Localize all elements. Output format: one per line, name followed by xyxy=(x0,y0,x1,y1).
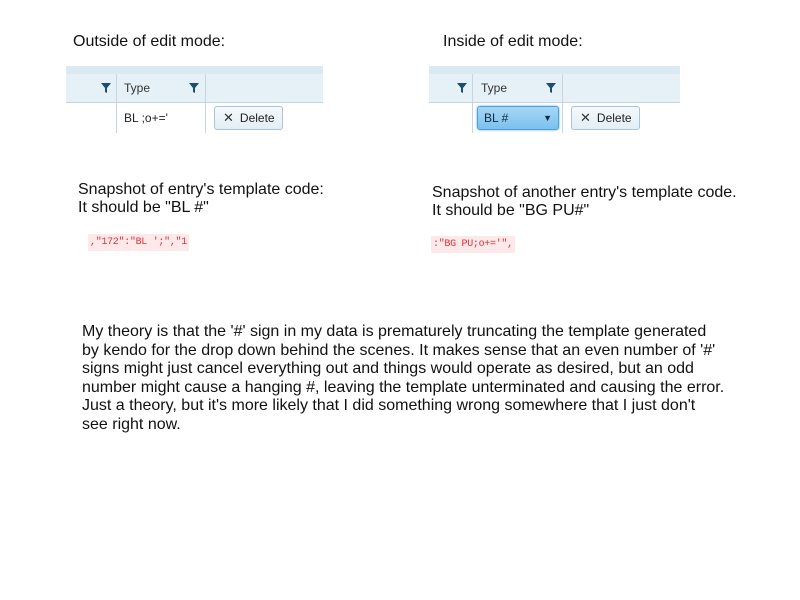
delete-label: Delete xyxy=(239,111,275,125)
table-row: BL ;o+=' ✕ Delete xyxy=(66,103,323,133)
theory-line: Just a theory, but it's more likely that… xyxy=(82,397,696,414)
right-heading: Inside of edit mode: xyxy=(443,33,583,50)
theory-line: My theory is that the '#' sign in my dat… xyxy=(82,323,707,340)
filter-icon[interactable] xyxy=(545,74,557,102)
delete-button[interactable]: ✕ Delete xyxy=(214,106,283,130)
right-grid: Type BL # ▼ ✕ Delete xyxy=(429,66,680,133)
chevron-down-icon[interactable]: ▼ xyxy=(543,113,552,123)
right-caption-line1: Snapshot of another entry's template cod… xyxy=(432,184,737,201)
type-dropdown[interactable]: BL # ▼ xyxy=(477,106,559,130)
delete-label: Delete xyxy=(596,111,632,125)
grid-header: Type xyxy=(66,74,323,103)
theory-paragraph: My theory is that the '#' sign in my dat… xyxy=(82,323,782,434)
theory-line: by kendo for the drop down behind the sc… xyxy=(82,341,716,359)
close-icon: ✕ xyxy=(223,110,234,125)
column-header-type[interactable]: Type xyxy=(124,74,150,102)
filter-icon[interactable] xyxy=(456,74,468,102)
filter-icon[interactable] xyxy=(100,74,112,102)
delete-button[interactable]: ✕ Delete xyxy=(571,106,640,130)
left-template-snippet: ,"172":"BL ';","1 xyxy=(88,234,189,251)
left-heading: Outside of edit mode: xyxy=(73,33,226,50)
filter-icon[interactable] xyxy=(188,74,200,102)
right-template-snippet: :"BG PU;o+='", xyxy=(431,236,515,253)
table-row: BL # ▼ ✕ Delete xyxy=(429,103,680,133)
type-cell[interactable]: BL ;o+=' xyxy=(124,103,168,133)
left-grid: Type BL ;o+=' ✕ Delete xyxy=(66,66,323,133)
left-caption-line2: It should be "BL #" xyxy=(78,199,209,216)
theory-line: see right now. xyxy=(82,415,181,433)
dropdown-value: BL # xyxy=(484,111,509,125)
column-header-type[interactable]: Type xyxy=(481,74,507,102)
theory-line: signs might just cancel everything out a… xyxy=(82,360,694,377)
grid-header: Type xyxy=(429,74,680,103)
grid-toolbar xyxy=(66,66,323,74)
grid-toolbar xyxy=(429,66,680,74)
right-caption-line2: It should be "BG PU#" xyxy=(432,202,590,219)
theory-line: number might cause a hanging #, leaving … xyxy=(82,378,725,396)
close-icon: ✕ xyxy=(580,110,591,125)
left-caption-line1: Snapshot of entry's template code: xyxy=(78,181,324,198)
